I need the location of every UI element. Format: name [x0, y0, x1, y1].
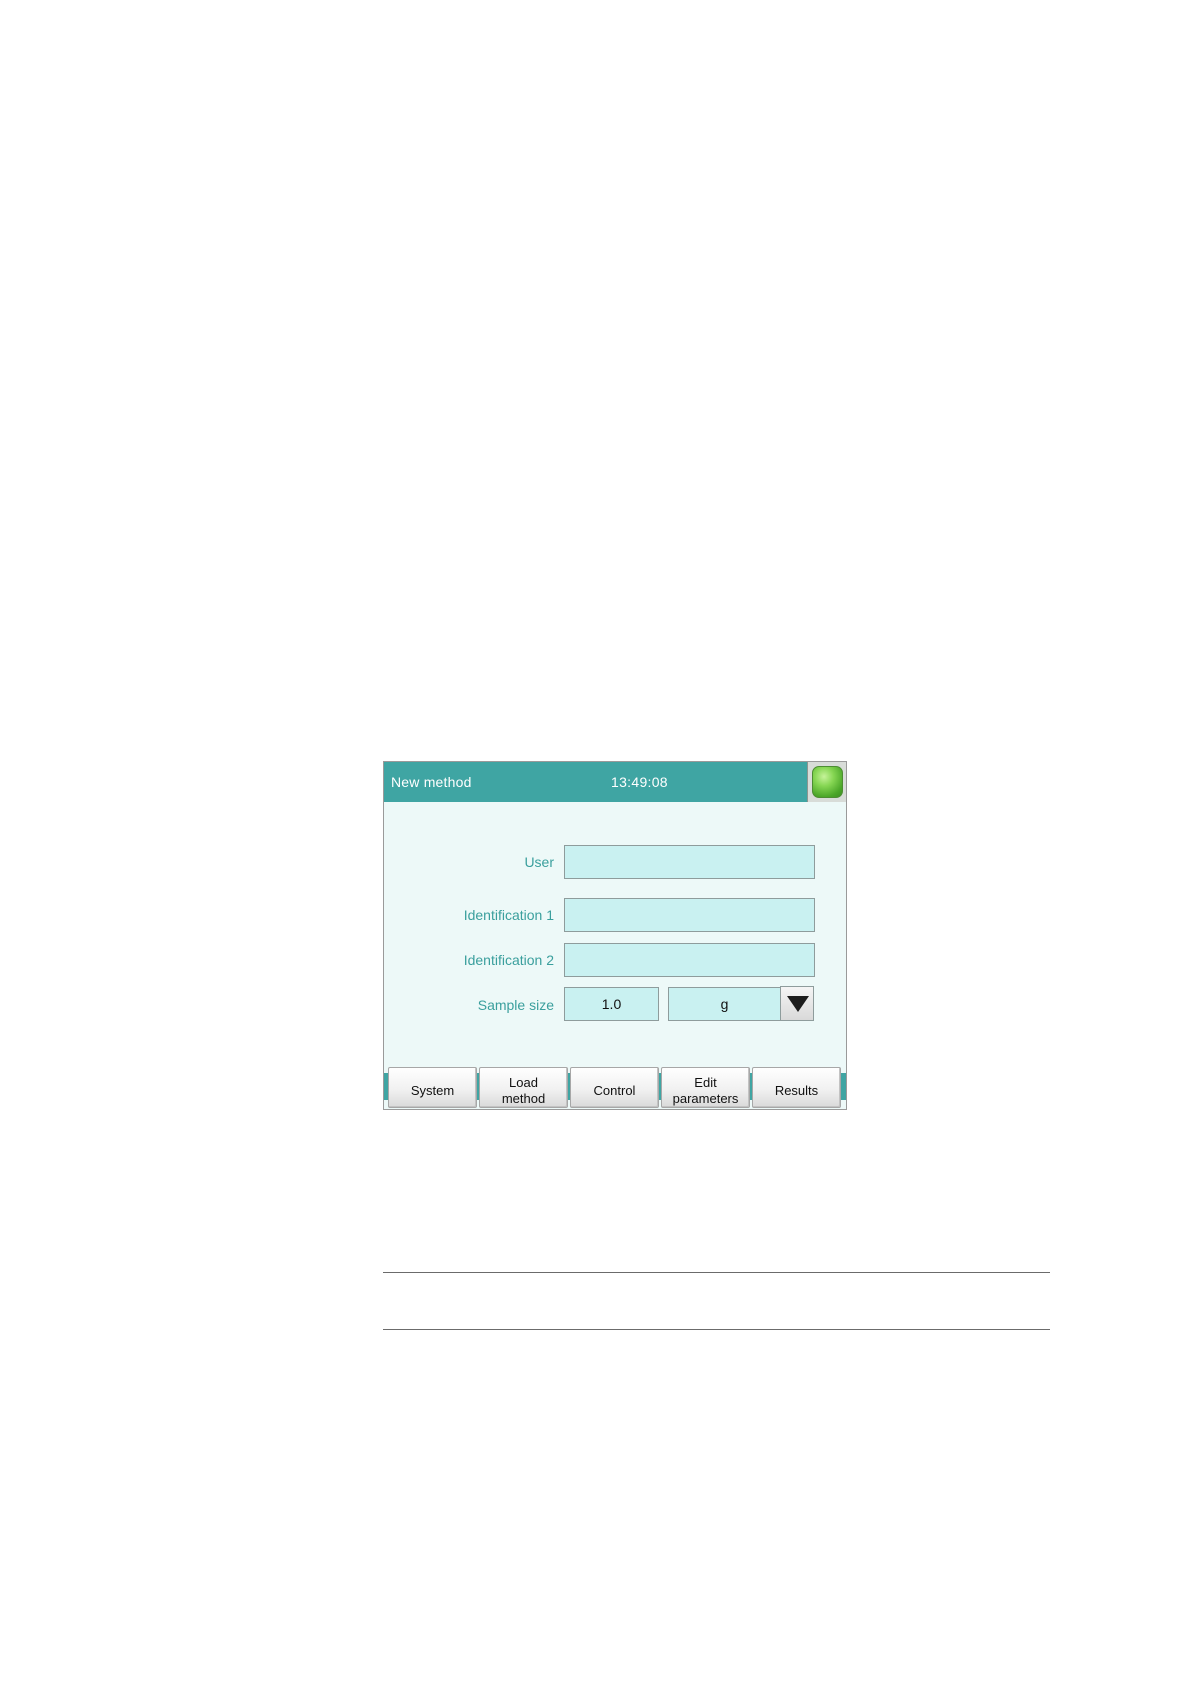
divider-bottom — [383, 1329, 1050, 1330]
user-label: User — [524, 854, 554, 870]
identification-1-label: Identification 1 — [463, 907, 554, 923]
status-lamp-icon — [812, 766, 843, 798]
sample-size-label: Sample size — [477, 997, 554, 1013]
load-method-button-line2: method — [501, 1090, 546, 1106]
title-bar: New method 13:49:08 — [384, 762, 846, 802]
sample-size-field[interactable]: 1.0 — [564, 987, 659, 1021]
edit-parameters-button-line2: parameters — [672, 1090, 739, 1106]
status-light-button[interactable] — [807, 762, 846, 802]
sample-size-unit-select[interactable]: g — [668, 987, 781, 1021]
edit-parameters-button-line1: Edit — [694, 1074, 717, 1090]
screen-title: New method — [391, 774, 472, 790]
softkey-row: System Load method Control Edit paramete… — [388, 1067, 843, 1108]
divider-top — [383, 1272, 1050, 1273]
unit-dropdown-button[interactable] — [780, 986, 814, 1021]
identification-1-field[interactable] — [564, 898, 815, 932]
load-method-button-line1: Load — [509, 1074, 538, 1090]
load-method-button[interactable]: Load method — [479, 1067, 568, 1108]
instrument-screen: New method 13:49:08 User Identification … — [383, 761, 847, 1110]
results-button[interactable]: Results — [752, 1067, 841, 1108]
results-button-label: Results — [774, 1082, 819, 1098]
control-button[interactable]: Control — [570, 1067, 659, 1108]
edit-parameters-button[interactable]: Edit parameters — [661, 1067, 750, 1108]
user-field[interactable] — [564, 845, 815, 879]
identification-2-field[interactable] — [564, 943, 815, 977]
system-button-label: System — [410, 1082, 455, 1098]
system-button[interactable]: System — [388, 1067, 477, 1108]
triangle-down-icon — [787, 996, 809, 1012]
identification-2-label: Identification 2 — [463, 952, 554, 968]
control-button-label: Control — [593, 1082, 636, 1098]
clock-time: 13:49:08 — [611, 774, 668, 790]
